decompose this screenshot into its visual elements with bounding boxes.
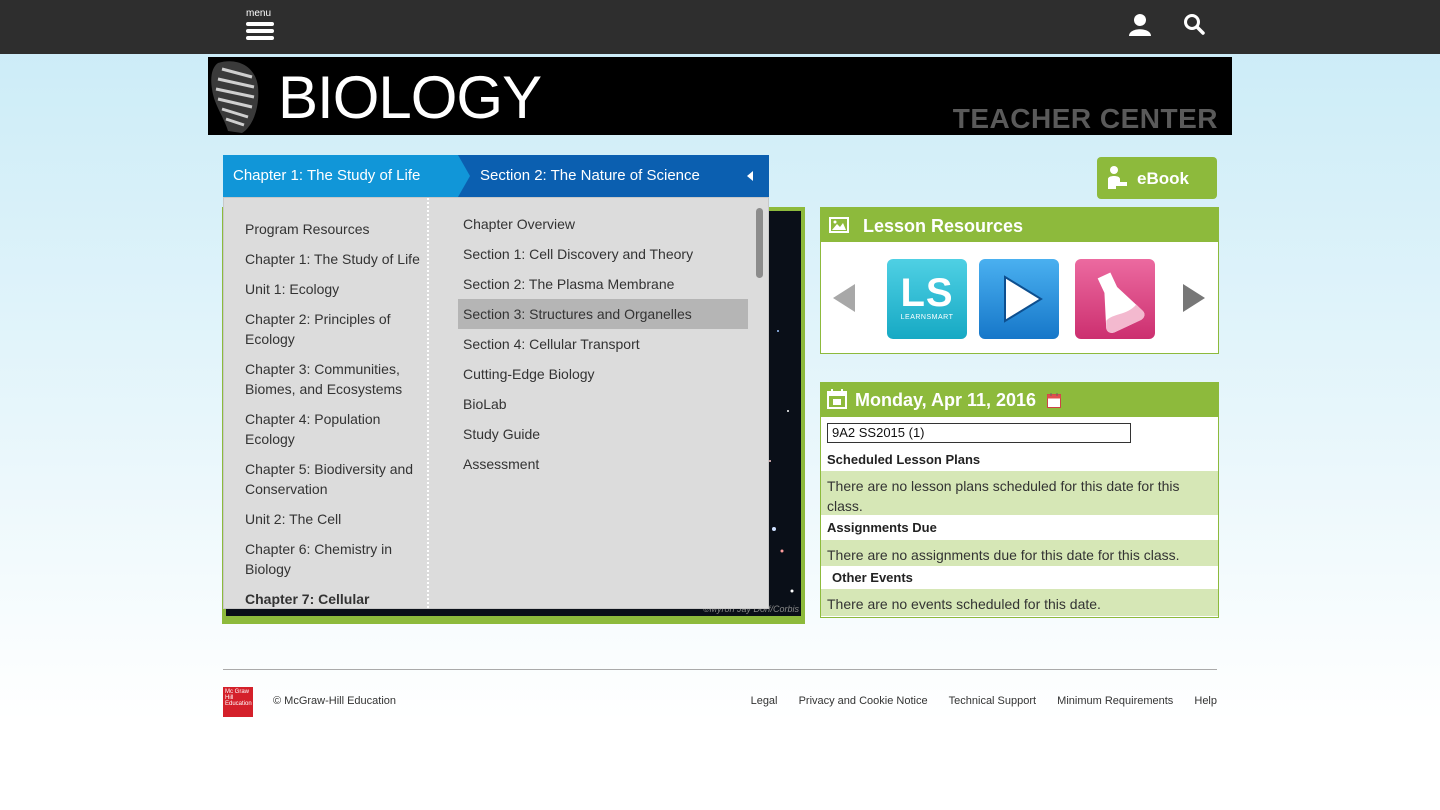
events-text: There are no events scheduled for this d… [827, 596, 1101, 612]
chapter-list-item[interactable]: Unit 1: Ecology [245, 279, 425, 299]
chapter-list-item[interactable]: Chapter 5: Biodiversity and Conservation [245, 459, 425, 499]
breadcrumb-chapter[interactable]: Chapter 1: The Study of Life [223, 155, 481, 197]
footer-links: Legal Privacy and Cookie Notice Technica… [733, 695, 1217, 707]
learnsmart-logo-text: LS [900, 271, 954, 315]
user-icon[interactable] [1127, 12, 1153, 38]
assignments-due-heading: Assignments Due [827, 520, 937, 535]
other-events-message: There are no events scheduled for this d… [821, 589, 1218, 616]
hamburger-icon-line [246, 29, 274, 33]
section-list-item-label: Section 4: Cellular Transport [463, 336, 640, 352]
menu-label: menu [246, 8, 272, 19]
section-list-item-label: Chapter Overview [463, 216, 576, 232]
search-icon[interactable] [1182, 12, 1208, 38]
reader-icon [1105, 165, 1129, 191]
other-events-heading: Other Events [832, 570, 913, 585]
footer-link-privacy[interactable]: Privacy and Cookie Notice [799, 695, 928, 707]
scheduled-text: There are no lesson plans scheduled for … [827, 478, 1180, 514]
section-list-item[interactable]: Section 1: Cell Discovery and Theory [458, 239, 748, 269]
product-title: BIOLOGY [278, 64, 542, 131]
flask-icon [1097, 272, 1145, 333]
chapter-list-item[interactable]: Chapter 2: Principles of Ecology [245, 309, 425, 349]
hamburger-icon [246, 22, 274, 26]
calendar-date: Monday, Apr 11, 2016 [855, 390, 1037, 410]
chapter-list-item-current[interactable]: Chapter 7: Cellular [245, 589, 425, 608]
footer-link-legal[interactable]: Legal [751, 695, 778, 707]
section-list-item[interactable]: Section 2: The Plasma Membrane [458, 269, 748, 299]
section-list-item[interactable]: Section 4: Cellular Transport [458, 329, 748, 359]
top-navigation-bar: menu [0, 0, 1440, 54]
ebook-button[interactable]: eBook [1097, 157, 1217, 199]
section-list-item-label: Study Guide [463, 426, 541, 442]
teacher-center-label: TEACHER CENTER [952, 103, 1218, 134]
zebra-image [208, 57, 268, 135]
section-list-item-label: Section 1: Cell Discovery and Theory [463, 246, 694, 262]
assignments-due-message: There are no assignments due for this da… [821, 540, 1218, 566]
scrollbar-thumb[interactable] [756, 208, 763, 278]
footer-link-minimum-requirements[interactable]: Minimum Requirements [1057, 695, 1173, 707]
caret-left-icon [747, 171, 753, 181]
lab-tile[interactable] [1075, 259, 1155, 339]
chapter-list: Program Resources Chapter 1: The Study o… [224, 198, 429, 608]
chapter-list-item[interactable]: Unit 2: The Cell [245, 509, 425, 529]
play-icon [1004, 275, 1043, 323]
carousel-prev-icon[interactable] [833, 284, 855, 312]
section-list-item[interactable]: Chapter Overview [458, 209, 748, 239]
lesson-resources-title: Lesson Resources [863, 216, 1024, 236]
menu-button[interactable]: menu [244, 8, 276, 44]
scheduled-lesson-plans-heading: Scheduled Lesson Plans [827, 452, 981, 467]
learnsmart-tile[interactable]: LS LEARNSMART [887, 259, 967, 339]
footer-divider [223, 669, 1217, 670]
chapter-list-item[interactable]: Program Resources [245, 219, 425, 239]
section-list-item-label: Assessment [463, 456, 540, 472]
footer-link-help[interactable]: Help [1194, 695, 1217, 707]
calendar-icon [827, 389, 847, 409]
product-banner: BIOLOGY TEACHER CENTER [208, 57, 1232, 135]
chapter-list-item[interactable]: Chapter 6: Chemistry in Biology [245, 539, 425, 579]
breadcrumb-section-label: Section 2: The Nature of Science [480, 167, 700, 184]
footer-link-technical-support[interactable]: Technical Support [949, 695, 1036, 707]
breadcrumb-divider [458, 155, 470, 197]
mcgraw-hill-logo[interactable]: Mc Graw Hill Education [223, 687, 253, 717]
section-list-item[interactable]: Assessment [458, 449, 748, 479]
section-list-item-label: Cutting-Edge Biology [463, 366, 595, 382]
navigation-dropdown: Program Resources Chapter 1: The Study o… [223, 197, 769, 609]
chapter-list-item[interactable]: Chapter 1: The Study of Life [245, 249, 425, 269]
ebook-label: eBook [1137, 169, 1189, 188]
hamburger-icon-line [246, 36, 274, 40]
section-list-item-label: Section 3: Structures and Organelles [463, 306, 692, 322]
date-picker-icon[interactable] [1047, 392, 1061, 408]
calendar-panel: Monday, Apr 11, 2016 9A2 SS2015 (1) Sche… [820, 382, 1219, 618]
scheduled-lesson-plans-message: There are no lesson plans scheduled for … [821, 471, 1218, 515]
carousel-next-icon[interactable] [1183, 284, 1205, 312]
class-select[interactable]: 9A2 SS2015 (1) [827, 423, 1131, 443]
image-icon [829, 217, 849, 233]
dropdown-scrollbar[interactable] [756, 204, 764, 602]
lesson-resources-panel: Lesson Resources LS LEARNSMART [820, 207, 1219, 354]
section-list-item-label: Section 2: The Plasma Membrane [463, 276, 675, 292]
breadcrumb-section[interactable]: Section 2: The Nature of Science [458, 155, 769, 197]
chapter-list-item[interactable]: Chapter 4: Population Ecology [245, 409, 425, 449]
section-list-item[interactable]: Cutting-Edge Biology [458, 359, 748, 389]
section-list: Chapter Overview Section 1: Cell Discove… [458, 198, 748, 608]
section-list-item[interactable]: BioLab [458, 389, 748, 419]
section-list-item[interactable]: Study Guide [458, 419, 748, 449]
logo-text: Mc Graw Hill Education [225, 689, 252, 707]
breadcrumb-chapter-label: Chapter 1: The Study of Life [233, 167, 421, 184]
video-tile[interactable] [979, 259, 1059, 339]
section-list-item-selected[interactable]: Section 3: Structures and Organelles [458, 299, 748, 329]
assignments-text: There are no assignments due for this da… [827, 547, 1180, 563]
learnsmart-caption: LEARNSMART [900, 314, 954, 321]
chapter-list-item[interactable]: Chapter 3: Communities, Biomes, and Ecos… [245, 359, 425, 399]
section-list-item-label: BioLab [463, 396, 507, 412]
lesson-resources-header: Lesson Resources [821, 208, 1218, 242]
copyright: © McGraw-Hill Education [273, 695, 397, 707]
calendar-header: Monday, Apr 11, 2016 [821, 383, 1218, 417]
